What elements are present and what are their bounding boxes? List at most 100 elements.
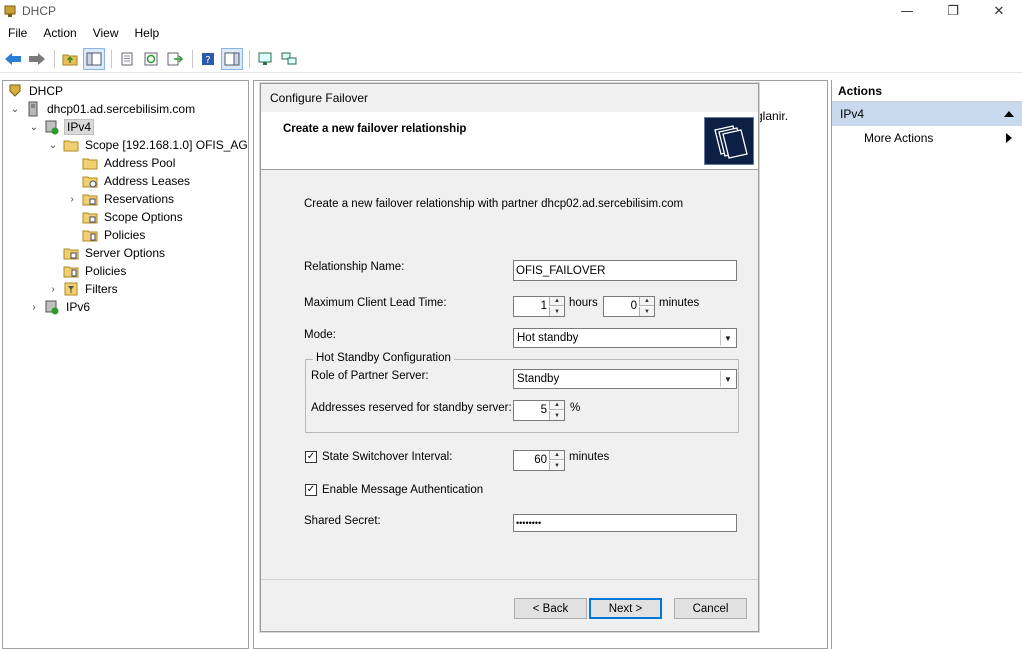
tree-item-scope-options[interactable]: Scope Options (82, 208, 185, 226)
tree-label: Address Pool (104, 156, 176, 170)
chevron-down-icon[interactable]: ⌄ (47, 140, 59, 151)
configure-failover-dialog: Configure Failover Create a new failover… (260, 83, 759, 632)
collapse-up-icon[interactable] (1004, 111, 1014, 117)
tree-label: DHCP (29, 84, 64, 98)
tree-item-policies[interactable]: Policies (63, 262, 128, 280)
monitor-icon[interactable] (254, 48, 276, 70)
tree-item-address-leases[interactable]: Address Leases (82, 172, 192, 190)
tree-label: IPv4 (64, 119, 95, 135)
menu-view[interactable]: View (93, 26, 119, 40)
relationship-name-input[interactable]: OFIS_FAILOVER (513, 260, 737, 281)
tree-item-server[interactable]: ⌄ dhcp01.ad.sercebilisim.com (9, 100, 197, 118)
mclt-hours-stepper[interactable]: 1 ▲ ▼ (513, 296, 565, 317)
cancel-button[interactable]: Cancel (674, 598, 747, 619)
more-actions-label: More Actions (864, 131, 934, 145)
export-list-icon[interactable] (164, 48, 186, 70)
menu-action[interactable]: Action (43, 26, 76, 40)
dialog-title: Configure Failover (261, 84, 758, 112)
next-button[interactable]: Next > (589, 598, 662, 619)
tree-label: Scope [192.168.1.0] OFIS_AGI (85, 138, 249, 152)
ipv4-icon (45, 120, 59, 135)
shared-secret-input[interactable]: •••••••• (513, 514, 737, 532)
switchover-stepper[interactable]: 60 ▲ ▼ (513, 450, 565, 471)
minimize-button[interactable]: — (884, 0, 930, 22)
tree-label: Address Leases (104, 174, 191, 188)
switchover-value: 60 (534, 454, 547, 466)
tree-item-reservations[interactable]: › Reservations (66, 190, 176, 208)
properties-sheet-icon[interactable] (116, 48, 138, 70)
folder-policy-icon (82, 230, 98, 242)
folder-list-icon (82, 194, 98, 206)
spin-up-icon[interactable]: ▲ (549, 451, 564, 460)
mode-select[interactable]: Hot standby ▼ (513, 328, 737, 348)
server-icon (28, 101, 38, 117)
chevron-down-icon[interactable]: ▼ (720, 371, 735, 387)
chevron-right-icon[interactable]: › (66, 194, 78, 205)
mode-value: Hot standby (517, 332, 579, 344)
dialog-header: Create a new failover relationship (261, 112, 758, 170)
switchover-checkbox[interactable]: ✓ (305, 451, 317, 463)
chevron-right-icon[interactable]: › (28, 302, 40, 313)
spin-down-icon[interactable]: ▼ (549, 307, 564, 316)
forward-arrow-icon[interactable] (26, 48, 48, 70)
console-tree: DHCP ⌄ dhcp01.ad.sercebilisim.com ⌄ IPv4… (2, 80, 249, 649)
mode-label: Mode: (304, 329, 336, 341)
tree-item-address-pool[interactable]: Address Pool (82, 154, 177, 172)
refresh-icon[interactable] (140, 48, 162, 70)
spin-up-icon[interactable]: ▲ (549, 401, 564, 410)
spin-down-icon[interactable]: ▼ (639, 307, 654, 316)
folder-policy-icon (63, 266, 79, 278)
filter-icon (64, 282, 78, 296)
tree-label: Policies (85, 264, 127, 278)
mclt-minutes-value: 0 (630, 300, 637, 312)
partner-role-select[interactable]: Standby ▼ (513, 369, 737, 389)
message-auth-checkbox[interactable]: ✓ (305, 484, 317, 496)
chevron-down-icon[interactable]: ⌄ (9, 104, 21, 115)
tree-item-scope[interactable]: ⌄ Scope [192.168.1.0] OFIS_AGI (47, 136, 249, 154)
tree-label: dhcp01.ad.sercebilisim.com (47, 102, 196, 116)
partner-role-value: Standby (517, 373, 560, 385)
dhcp-root-icon (9, 84, 21, 97)
chevron-down-icon[interactable]: ⌄ (28, 122, 40, 133)
shared-secret-label: Shared Secret: (304, 515, 381, 527)
show-hide-tree-icon[interactable] (83, 47, 105, 70)
back-button[interactable]: < Back (514, 598, 587, 619)
more-actions-item[interactable]: More Actions (832, 126, 1022, 150)
ipv6-icon (45, 300, 59, 315)
spin-down-icon[interactable]: ▼ (549, 461, 564, 470)
message-auth-label: Enable Message Authentication (322, 484, 484, 496)
tree-item-ipv6[interactable]: › IPv6 (28, 298, 92, 316)
results-text: glanir. (756, 109, 789, 123)
actions-section-label: IPv4 (840, 107, 865, 121)
chevron-right-icon[interactable]: › (47, 284, 59, 295)
actions-section-ipv4[interactable]: IPv4 (832, 102, 1022, 126)
tree-item-dhcp[interactable]: DHCP (7, 82, 65, 100)
tree-item-scope-policies[interactable]: Policies (82, 226, 147, 244)
show-action-pane-icon[interactable] (221, 47, 243, 70)
toolbar-separator (192, 49, 193, 68)
percent-label: % (570, 402, 581, 414)
folder-options-icon (82, 212, 98, 224)
menu-file[interactable]: File (8, 26, 27, 40)
reserved-addresses-label: Addresses reserved for standby server: (311, 402, 512, 414)
tree-item-server-options[interactable]: Server Options (63, 244, 167, 262)
back-arrow-icon[interactable] (2, 48, 24, 70)
tree-item-filters[interactable]: › Filters (47, 280, 120, 298)
close-button[interactable]: ✕ (976, 0, 1022, 22)
spin-up-icon[interactable]: ▲ (549, 297, 564, 306)
switchover-unit-label: minutes (569, 451, 610, 463)
tree-item-ipv4[interactable]: ⌄ IPv4 (28, 118, 95, 136)
spin-down-icon[interactable]: ▼ (549, 411, 564, 420)
spin-up-icon[interactable]: ▲ (639, 297, 654, 306)
menu-help[interactable]: Help (135, 26, 160, 40)
network-computers-icon[interactable] (278, 48, 300, 70)
title-bar: DHCP — ❐ ✕ (0, 0, 1022, 22)
restore-button[interactable]: ❐ (930, 0, 976, 22)
toolbar-separator (249, 49, 250, 68)
reserved-percent-stepper[interactable]: 5 ▲ ▼ (513, 400, 565, 421)
mclt-minutes-stepper[interactable]: 0 ▲ ▼ (603, 296, 655, 317)
tree-label: Server Options (85, 246, 166, 260)
up-folder-icon[interactable] (59, 48, 81, 70)
chevron-down-icon[interactable]: ▼ (720, 330, 735, 346)
help-icon[interactable]: ? (197, 48, 219, 70)
